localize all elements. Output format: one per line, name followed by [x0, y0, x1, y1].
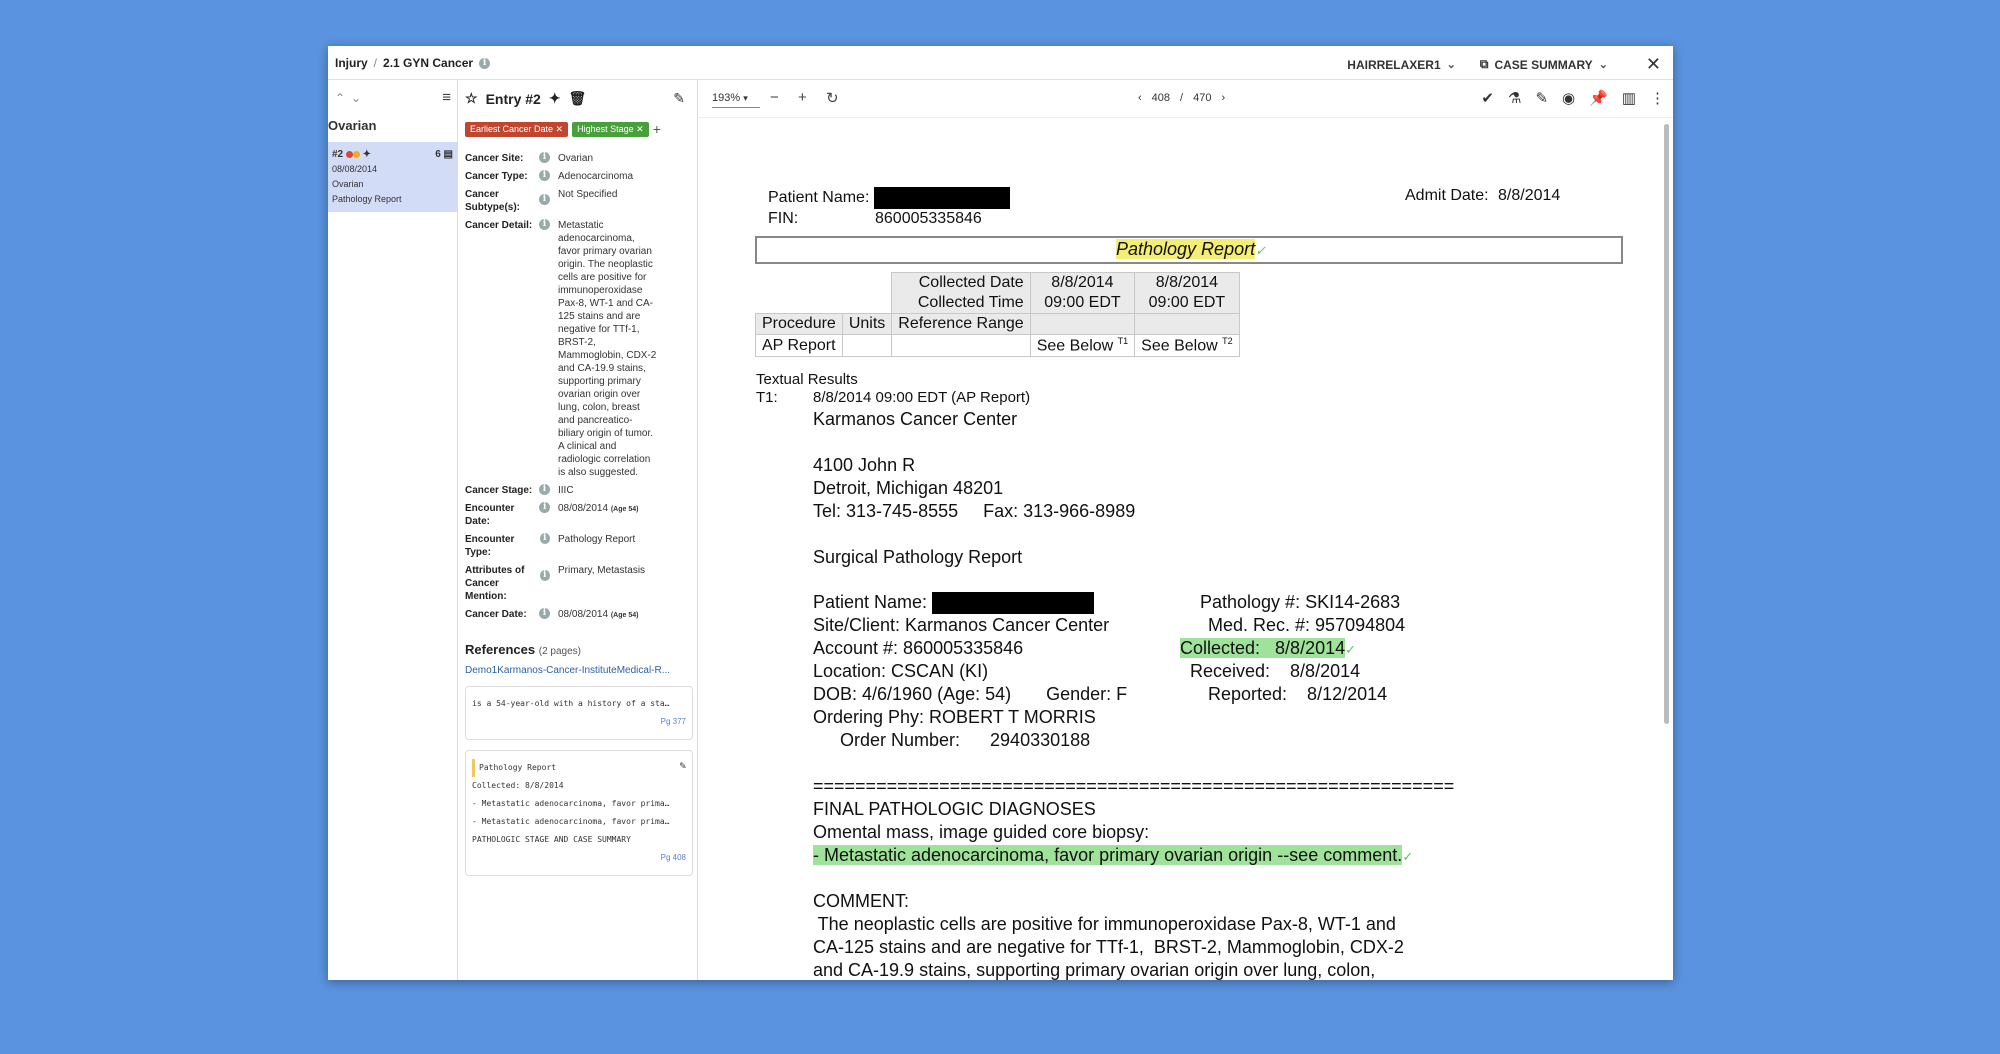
- references-title: References (2 pages): [465, 642, 581, 657]
- top-bar: Injury / 2.1 GYN Cancer i HAIRRELAXER1 ⌄ …: [328, 46, 1673, 80]
- lab-table: Collected Date 8/8/2014 8/8/2014 Collected…: [755, 272, 1240, 358]
- nav-arrows[interactable]: ⌃⌄: [335, 91, 367, 105]
- scrollbar[interactable]: [1664, 124, 1669, 724]
- reference-link[interactable]: Demo1Karmanos-Cancer-InstituteMedical-R.…: [465, 665, 693, 676]
- rotate-icon[interactable]: ↻: [826, 89, 839, 107]
- entry-title: Entry #2: [485, 90, 541, 107]
- viewer-toolbar: 193% ▾ − + ↻ ‹ 408 / 470 › ✔ ⚗ ✎ ◉ 📌 ▥ ⋮: [698, 80, 1673, 118]
- nav-entry-item[interactable]: #2 ✦ 6 ▤ 08/08/2014 Ovarian Pathology Rep…: [328, 142, 457, 212]
- project-dropdown[interactable]: HAIRRELAXER1 ⌄: [1347, 58, 1456, 72]
- pin-icon[interactable]: 📌: [1589, 89, 1608, 107]
- nav-title: Ovarian: [328, 118, 377, 133]
- entry-detail-column: ☆ Entry #2 ✦ 🗑 ✎ Earliest Cancer Date ✕ …: [458, 80, 698, 980]
- check-circle-icon[interactable]: ✔: [1481, 89, 1494, 107]
- references-section: References (2 pages) Demo1Karmanos-Cance…: [465, 642, 693, 876]
- edit-icon[interactable]: ✎: [679, 757, 686, 775]
- reference-card[interactable]: is a 54-year-old with a history of a sta…: [465, 686, 693, 740]
- trash-icon[interactable]: 🗑: [569, 90, 587, 107]
- field-row: Attributes of Cancer Mention: i Primary, M…: [465, 565, 646, 602]
- copy-icon: ⧉: [1479, 57, 1489, 71]
- breadcrumb-root[interactable]: Injury: [335, 56, 368, 70]
- reference-card[interactable]: ✎ Pathology Report Collected: 8/8/2014 -…: [465, 750, 693, 876]
- field-row: Cancer Stage: i IIIC: [465, 484, 574, 496]
- pager: ‹ 408 / 470 ›: [1138, 92, 1226, 104]
- status-dot: [345, 150, 353, 158]
- report-title[interactable]: Pathology Report✓: [1116, 239, 1266, 260]
- chevron-down-icon: ⌄: [1598, 59, 1608, 71]
- field-row: Cancer Site: i Ovarian: [465, 152, 594, 164]
- tag-list: Earliest Cancer Date ✕ Highest Stage ✕ +: [465, 121, 661, 137]
- info-icon[interactable]: i: [479, 57, 491, 69]
- star-icon[interactable]: ☆: [465, 90, 478, 107]
- field-row: Encounter Date: i 08/08/2014 (Age 54): [465, 502, 639, 527]
- nav-entry-date: 08/08/2014: [332, 164, 378, 174]
- app-window: Injury / 2.1 GYN Cancer i HAIRRELAXER1 ⌄ …: [328, 46, 1673, 980]
- field-row: Cancer Detail: i Metastatic adenocarcinoma…: [465, 219, 657, 478]
- chevron-down-icon: ⌄: [1446, 59, 1456, 71]
- zoom-in-icon[interactable]: +: [798, 89, 807, 106]
- next-page-icon[interactable]: ›: [1221, 92, 1225, 104]
- entry-nav-column: ⌃⌄ ≡ Ovarian #2 ✦ 6 ▤ 08/08/2014 Ovarian …: [328, 80, 458, 980]
- sparkle-icon[interactable]: ✦: [549, 90, 561, 107]
- add-tag-icon[interactable]: +: [653, 121, 661, 137]
- field-row: Cancer Subtype(s): i Not Specified: [465, 189, 618, 213]
- eye-icon[interactable]: ◉: [1562, 89, 1575, 107]
- document-page: Patient Name: FIN: 860005335846 Admit Da…: [698, 118, 1661, 980]
- close-icon[interactable]: ✕: [1646, 54, 1661, 75]
- tag-earliest-cancer-date[interactable]: Earliest Cancer Date ✕: [465, 121, 569, 137]
- collapse-menu-icon[interactable]: ≡: [442, 89, 451, 106]
- diagnosis-highlight[interactable]: - Metastatic adenocarcinoma, favor prima…: [813, 845, 1413, 866]
- entry-fields: Cancer Site: i Ovarian Cancer Type: i Adenoc…: [465, 152, 691, 627]
- redaction-block: [932, 592, 1095, 615]
- breadcrumb: Injury / 2.1 GYN Cancer i: [335, 56, 491, 70]
- nav-entry-site: Ovarian: [332, 179, 364, 189]
- more-icon[interactable]: ⋮: [1650, 89, 1665, 107]
- status-dot: [352, 150, 360, 158]
- zoom-out-icon[interactable]: −: [770, 89, 779, 106]
- document-viewer: 193% ▾ − + ↻ ‹ 408 / 470 › ✔ ⚗ ✎ ◉ 📌 ▥ ⋮: [698, 80, 1673, 980]
- tag-highest-stage[interactable]: Highest Stage ✕: [572, 121, 649, 137]
- nav-entry-type: Pathology Report: [332, 194, 402, 204]
- document-icon: ▤: [443, 149, 453, 160]
- field-row: Cancer Type: i Adenocarcinoma: [465, 170, 634, 182]
- field-row: Encounter Type: i Pathology Report: [465, 533, 636, 558]
- pencil-icon[interactable]: ✎: [1535, 89, 1548, 107]
- page-number[interactable]: 408: [1152, 92, 1170, 104]
- prev-page-icon[interactable]: ‹: [1138, 92, 1142, 104]
- zoom-select[interactable]: 193% ▾: [712, 92, 760, 108]
- field-row: Cancer Date: i 08/08/2014 (Age 54): [465, 608, 639, 620]
- redaction-block: [873, 187, 1010, 209]
- edit-icon[interactable]: ✎: [673, 90, 685, 107]
- collected-highlight[interactable]: Collected: 8/8/2014✓: [1180, 638, 1356, 659]
- microscope-icon[interactable]: ⚗: [1508, 89, 1521, 107]
- layout-icon[interactable]: ▥: [1622, 89, 1636, 107]
- page-total: 470: [1193, 92, 1212, 104]
- case-summary-dropdown[interactable]: ⧉ CASE SUMMARY ⌄: [1480, 57, 1608, 72]
- breadcrumb-current: 2.1 GYN Cancer: [383, 56, 474, 70]
